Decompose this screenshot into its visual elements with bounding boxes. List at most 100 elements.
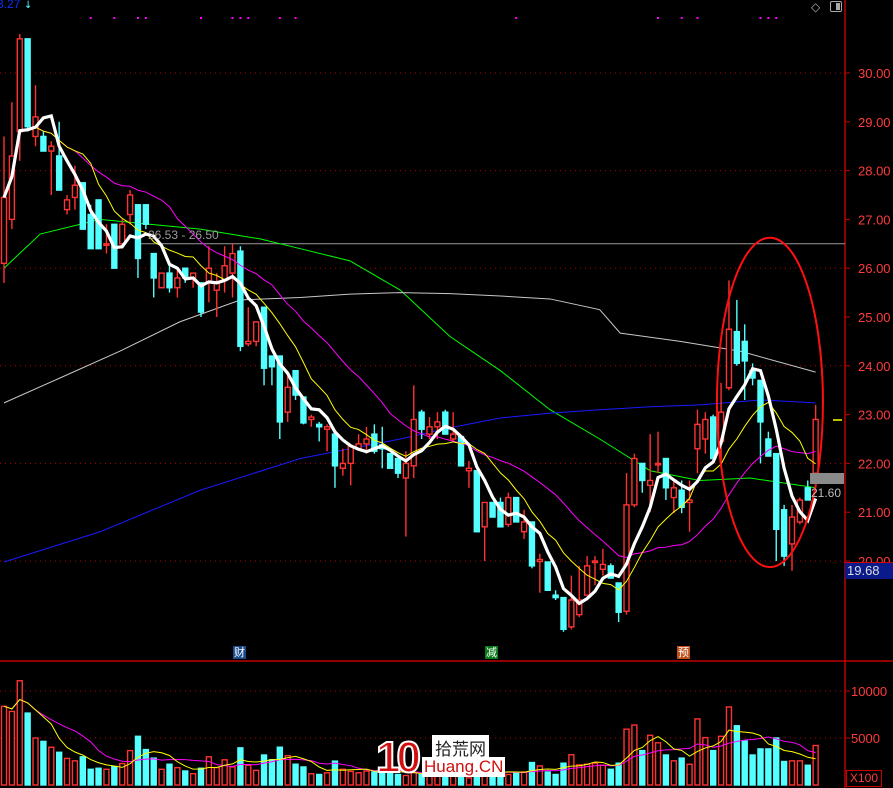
price-grid [0,72,845,562]
candle [505,492,512,527]
candle-body [449,433,457,440]
candle-body [442,411,449,435]
candle-body [166,272,173,289]
candle-body [229,252,236,274]
candle-body [780,509,788,557]
last-price-marker [810,473,844,484]
volume-bar [536,765,544,786]
volume-bar [591,762,599,786]
candle-body [150,252,157,279]
candle [394,457,402,479]
candle-body [418,411,425,430]
candle-body [702,418,709,440]
candle [402,451,410,537]
marker-forecast[interactable]: 预 [677,646,690,659]
candle-body [505,496,512,526]
marker-finance[interactable]: 财 [233,646,246,659]
price-tick-label: 22.00 [858,456,891,471]
event-dot [89,17,92,19]
candle [197,282,205,317]
candle-body [16,38,23,133]
marker-text: 减 [486,646,497,659]
candle-body [646,479,654,487]
volume-bar [197,767,205,786]
candle [40,131,47,152]
volume-bar [87,768,94,786]
diamond-icon[interactable]: ◇ [811,0,820,14]
volume-bar [780,760,788,786]
candle [662,457,670,500]
volume-bar [316,773,323,786]
candle [221,246,228,293]
candle [386,452,394,469]
candle-body [134,204,142,260]
candle [316,421,323,442]
volume-bar [599,764,607,786]
event-dot [775,17,778,19]
event-dot [231,17,234,19]
candle-body [252,321,260,343]
candle [55,121,63,191]
candle [268,355,276,386]
volume-bar [686,763,693,786]
price-tick-label: 24.00 [858,359,891,374]
candle-body [741,340,748,362]
volume-bar [213,766,220,786]
volume-bar [63,757,71,786]
event-dot [247,17,250,19]
price-tick-label: 21.00 [858,505,891,520]
volume-bar [268,759,276,786]
candle-body [812,418,819,474]
event-dot [136,17,139,19]
event-dot [294,17,297,19]
candle [284,375,291,422]
marker-text: 财 [234,646,245,659]
volume-bar [654,742,662,786]
volume-bar [182,770,189,786]
volume-unit-label[interactable]: X100 [846,770,882,787]
candle [536,553,544,593]
volume-bar [662,754,670,786]
candle [213,273,220,317]
volume-bar [788,760,796,786]
candle [560,596,567,632]
price-axis: 30.00 29.00 28.00 27.00 26.00 25.00 24.00 23.00… [845,66,891,569]
volume-bar [126,749,134,786]
candle [457,435,465,467]
candle [473,470,480,533]
volume-bar [221,759,228,786]
volume-bar [568,754,575,786]
candle-body [63,199,71,211]
volume-tick-label: 10000 [851,684,887,699]
event-dot [680,17,683,19]
candle [804,480,811,501]
candle-body [513,496,520,523]
price-tick-label: 29.00 [858,115,891,130]
volume-bar [355,772,362,786]
ma60-line [3,218,816,489]
volume-bar [0,705,8,786]
candle-body [347,445,354,465]
candles [0,33,819,632]
candle [576,565,583,618]
volume-bar [347,770,354,786]
candle-body [118,223,126,245]
volume-bar [513,772,520,786]
price-tick-label: 25.00 [858,310,891,325]
candle-body [142,204,150,225]
volume-bar [607,768,614,786]
candle-body [804,487,811,501]
panel-toggle-icon[interactable] [830,1,842,12]
marker-reduce[interactable]: 减 [485,646,498,659]
marker-text: 预 [678,646,689,659]
volume-bar [520,771,528,786]
candle-body [87,213,94,250]
stock-chart[interactable]: 30.00 29.00 28.00 27.00 26.00 25.00 24.00 23.00… [0,0,893,788]
candle-body [568,599,575,628]
volume-bar [95,767,102,786]
candle [355,434,362,450]
candle [0,136,8,283]
candle-body [520,521,528,533]
volume-bar [142,748,150,786]
candle [591,556,599,586]
